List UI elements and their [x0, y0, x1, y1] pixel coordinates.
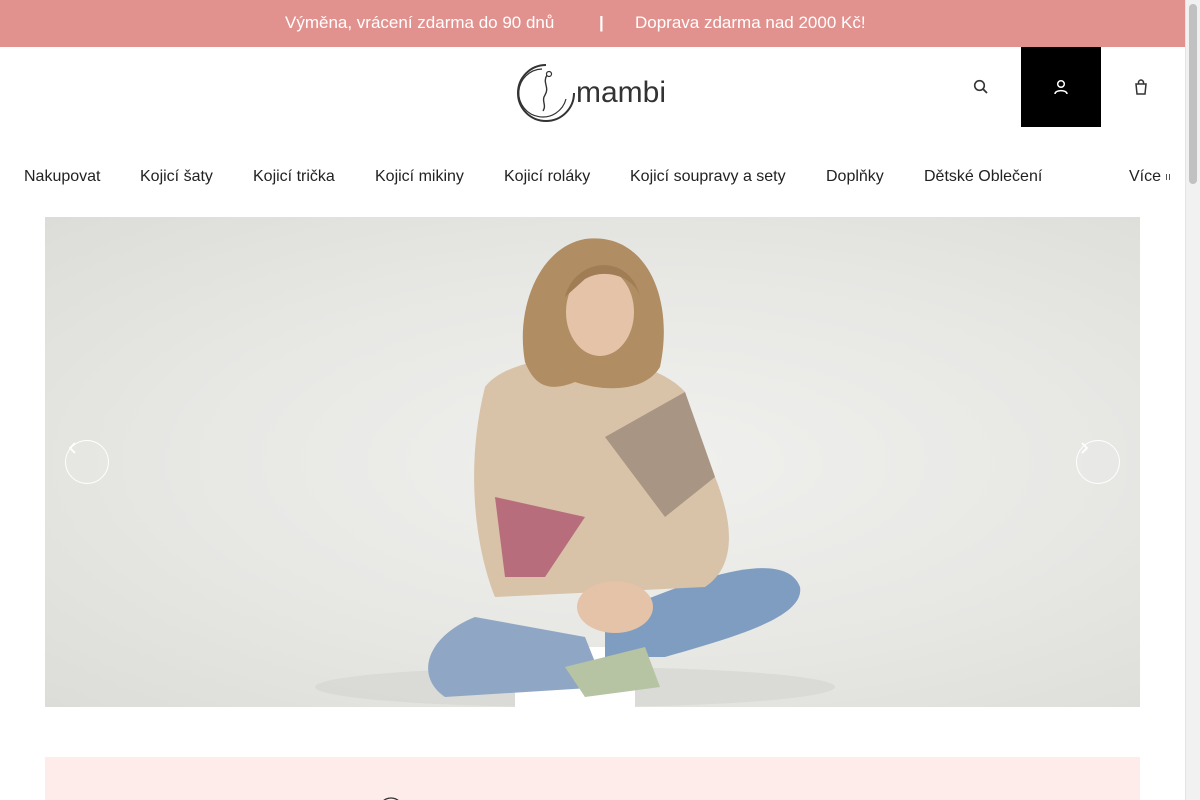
chevron-right-icon: [1081, 442, 1089, 454]
main-navigation: Nakupovat Kojicí šaty Kojicí trička Koji…: [0, 160, 1185, 194]
benefits-bar: [45, 757, 1140, 800]
search-button[interactable]: [941, 47, 1021, 127]
benefit-marks-icon: [637, 795, 673, 800]
hero-slider[interactable]: [45, 217, 1140, 707]
search-icon: [973, 79, 988, 94]
hero-image: [315, 238, 835, 707]
chevron-down-icon: [1166, 173, 1171, 180]
announcement-returns: Výměna, vrácení zdarma do 90 dnů: [285, 13, 555, 32]
nav-more-label: Více: [1129, 168, 1162, 185]
account-button[interactable]: [1021, 47, 1101, 127]
page-scrollbar[interactable]: [1185, 0, 1200, 800]
nav-item-kojici-rolaky[interactable]: Kojicí roláky: [504, 168, 590, 186]
nav-item-kojici-mikiny[interactable]: Kojicí mikiny: [375, 168, 464, 186]
nav-item-kojici-saty[interactable]: Kojicí šaty: [140, 168, 213, 186]
scrollbar-thumb[interactable]: [1189, 4, 1197, 184]
account-icon: [1054, 79, 1068, 95]
slider-prev-button[interactable]: [65, 440, 109, 484]
announcement-bar: Výměna, vrácení zdarma do 90 dnů | Dopra…: [0, 0, 1185, 47]
nav-item-kojici-soupravy[interactable]: Kojicí soupravy a sety: [630, 168, 786, 186]
nav-item-nakupovat[interactable]: Nakupovat: [24, 168, 101, 186]
cart-icon: [1135, 79, 1147, 95]
nav-item-detske-obleceni[interactable]: Dětské Oblečení: [924, 168, 1042, 186]
nav-item-doplnky[interactable]: Doplňky: [826, 168, 884, 186]
nav-item-kojici-tricka[interactable]: Kojicí trička: [253, 168, 335, 186]
mambi-logo[interactable]: mambi: [516, 61, 671, 123]
announcement-separator: |: [599, 13, 604, 32]
nav-more-dropdown[interactable]: Více: [1129, 168, 1171, 186]
announcement-shipping: Doprava zdarma nad 2000 Kč!: [635, 13, 866, 32]
chevron-left-icon: [68, 442, 76, 454]
mambi-logo-mark: mambi: [517, 64, 666, 122]
benefit-circle-icon: [377, 795, 405, 800]
cart-button[interactable]: [1101, 47, 1181, 127]
slider-next-button[interactable]: [1076, 440, 1120, 484]
logo-wordmark: mambi: [576, 76, 666, 109]
site-header: mambi: [0, 47, 1185, 127]
